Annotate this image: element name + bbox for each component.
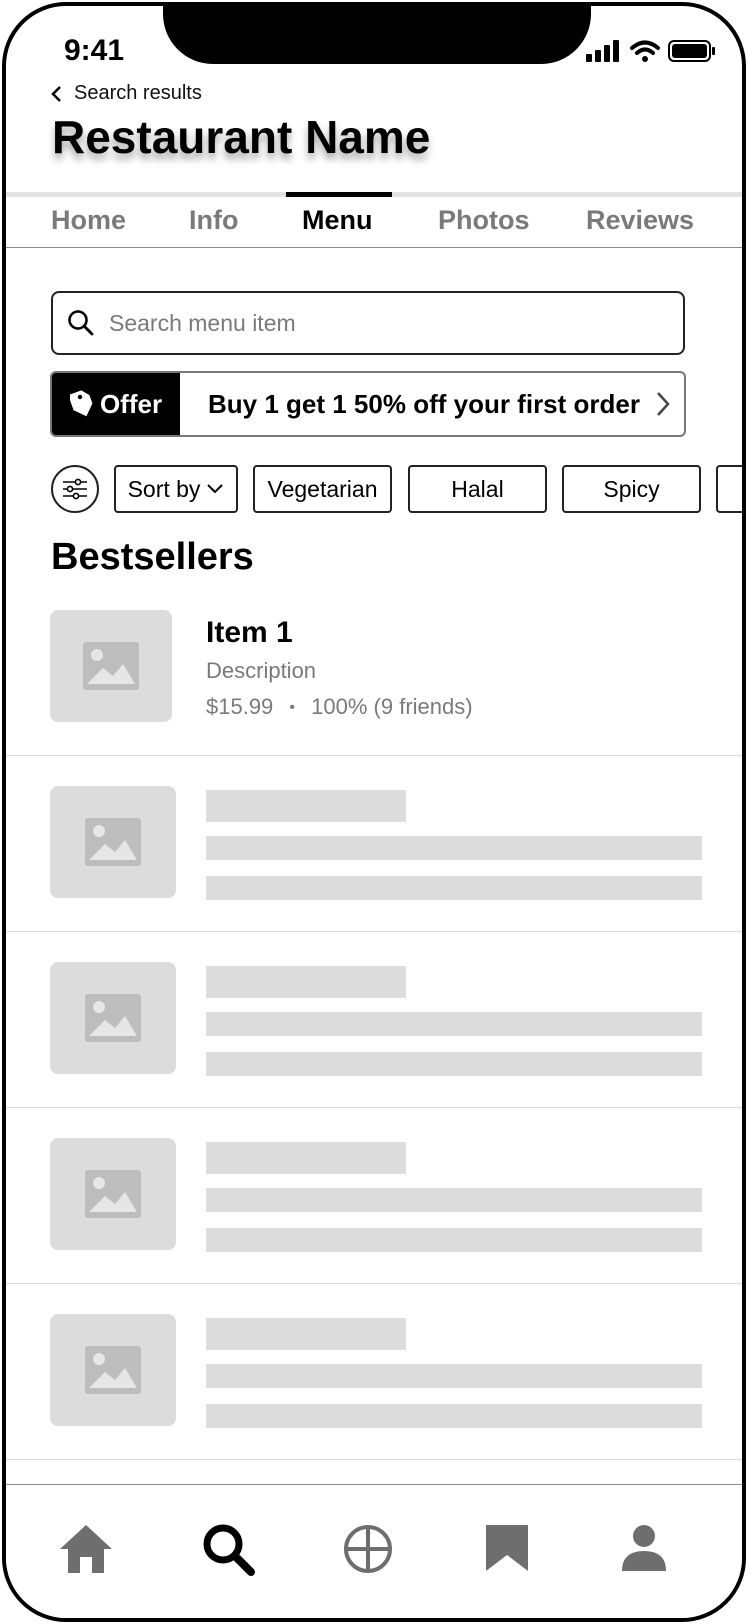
list-item[interactable]: Item 1 Description $15.99 • 100% (9 frie… [6,580,742,756]
chevron-down-icon [207,484,224,494]
image-placeholder-icon [85,1346,141,1394]
wifi-icon [630,40,660,62]
skeleton-line [206,1012,702,1036]
section-title: Bestsellers [51,536,254,578]
skeleton-line [206,966,406,998]
offer-banner[interactable]: Offer Buy 1 get 1 50% off your first ord… [50,371,686,437]
item-meta: $15.99 • 100% (9 friends) [206,694,473,720]
offer-badge-label: Offer [99,388,163,419]
skeleton-thumbnail [50,962,176,1074]
meta-separator: • [289,699,296,717]
tab-menu[interactable]: Menu [302,205,373,236]
image-placeholder-icon [85,818,141,866]
offer-badge: Offer [52,373,180,435]
item-description: Description [206,658,317,683]
search-icon [68,310,94,336]
back-button[interactable]: Search results [50,82,202,105]
search-bar[interactable]: Search menu item [51,291,685,355]
signal-icon [586,40,619,62]
image-placeholder-icon [83,642,139,690]
phone-frame: 9:41 Search results Restaurant Name Home… [2,2,746,1622]
bottom-nav [6,1484,742,1618]
item-rating: 100% (9 friends) [311,694,473,719]
skeleton-line [206,1364,702,1388]
sliders-icon [63,478,87,500]
image-placeholder-icon [85,994,141,1042]
skeleton-line [206,1188,702,1212]
skeleton-line [206,1142,406,1174]
item-price: $15.99 [206,694,274,719]
filter-row: Sort by Vegetarian Halal Spicy [51,465,742,513]
skeleton-item [6,1108,742,1284]
skeleton-item [6,932,742,1108]
sort-by-label: Sort by [127,475,201,502]
tab-info[interactable]: Info [189,205,238,236]
active-tab-indicator [286,192,392,197]
status-time: 9:41 [64,34,125,67]
skeleton-thumbnail [50,1138,176,1250]
profile-icon[interactable] [620,1523,668,1573]
skeleton-line [206,1228,702,1252]
home-icon[interactable] [58,1523,114,1575]
skeleton-item [6,756,742,932]
offer-text: Buy 1 get 1 50% off your first order [208,388,640,419]
skeleton-line [206,1318,406,1350]
skeleton-line [206,1404,702,1428]
chip-halal[interactable]: Halal [408,465,547,513]
filter-button[interactable] [51,465,99,513]
tab-home[interactable]: Home [51,205,126,236]
chip-vegetarian[interactable]: Vegetarian [253,465,392,513]
battery-icon [668,40,715,62]
chip-more[interactable] [716,465,742,513]
tab-bar: Home Info Menu Photos Reviews [6,192,742,248]
skeleton-thumbnail [50,786,176,898]
skeleton-item [6,1284,742,1460]
explore-icon[interactable] [342,1523,394,1575]
search-icon[interactable] [202,1523,256,1577]
tab-reviews[interactable]: Reviews [586,205,694,236]
image-placeholder-icon [85,1170,141,1218]
back-label: Search results [74,82,202,104]
notch [163,6,591,64]
chevron-right-icon [657,392,670,416]
sort-by-chip[interactable]: Sort by [114,465,238,513]
skeleton-line [206,790,406,822]
item-name: Item 1 [206,616,293,649]
tag-icon [69,390,93,417]
page-title: Restaurant Name [52,111,431,163]
skeleton-line [206,876,702,900]
bookmark-icon[interactable] [484,1523,530,1573]
skeleton-line [206,1052,702,1076]
skeleton-line [206,836,702,860]
tab-photos[interactable]: Photos [438,205,530,236]
status-icons [586,40,716,62]
search-input[interactable]: Search menu item [109,310,296,337]
skeleton-thumbnail [50,1314,176,1426]
item-thumbnail [50,610,172,722]
chevron-left-icon [51,85,61,102]
chip-spicy[interactable]: Spicy [562,465,701,513]
